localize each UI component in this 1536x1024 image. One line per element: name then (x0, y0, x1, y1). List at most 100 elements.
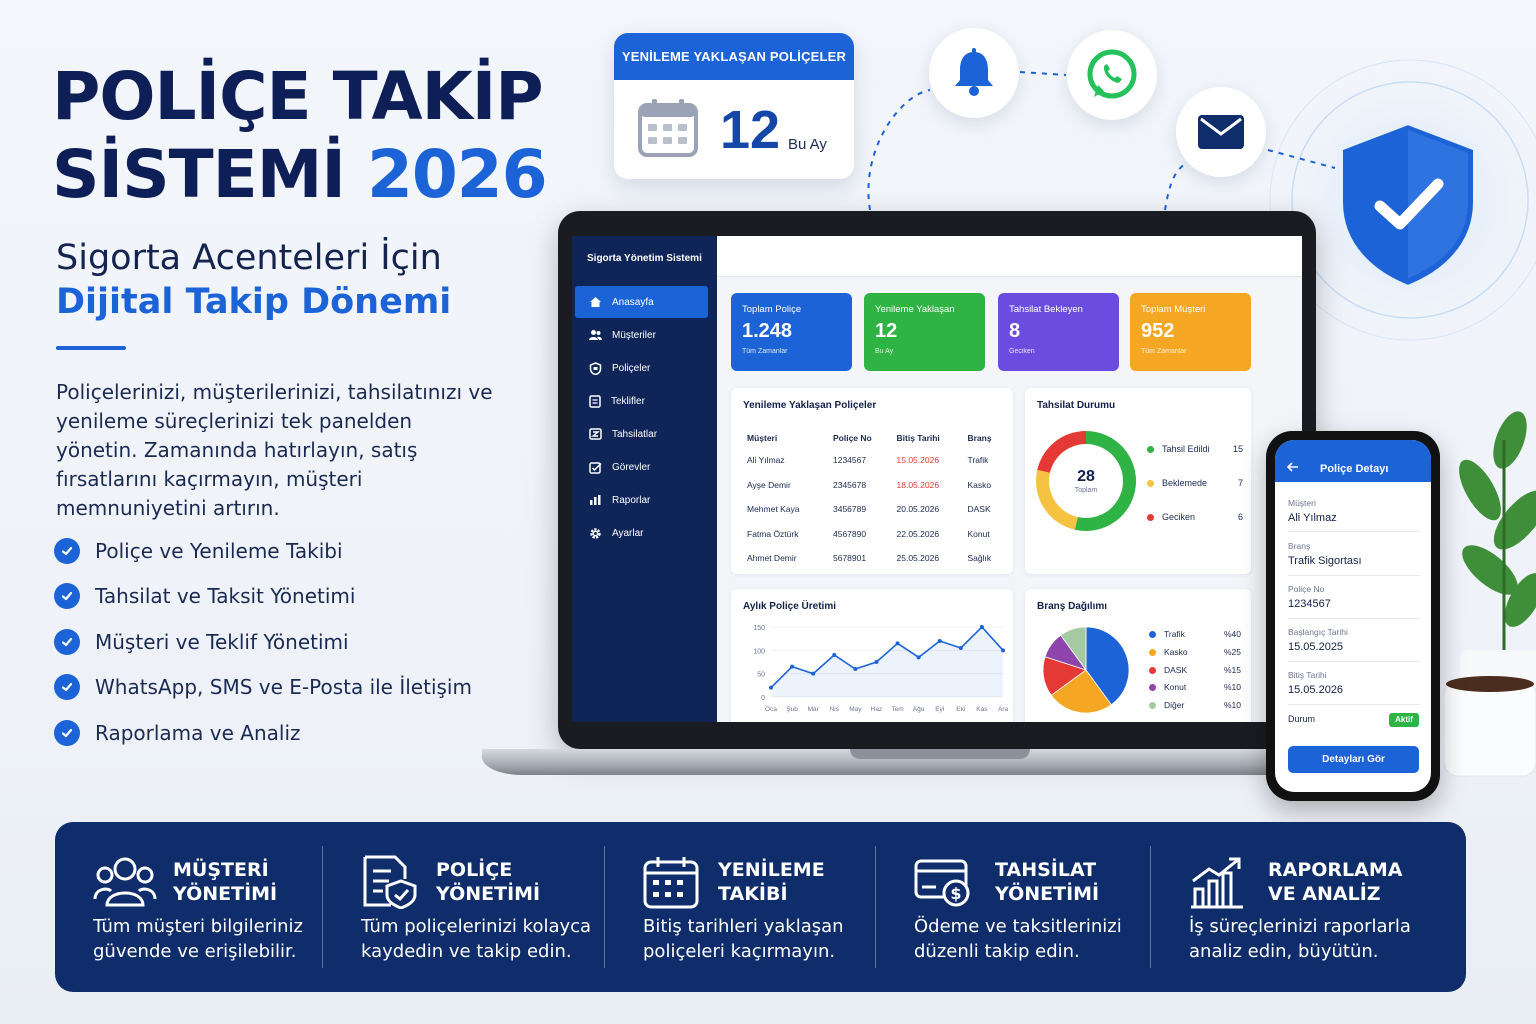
collection-legend-paid: Tahsil Edildi 15 (1147, 444, 1243, 454)
legend-dot (1149, 648, 1156, 656)
back-arrow-icon[interactable] (1287, 462, 1299, 472)
cell-customer: Ahmet Demir (747, 553, 797, 564)
table-row[interactable]: Ahmet Demir 5678901 25.05.2026 Sağlık (747, 546, 1007, 571)
banner-text: Bitiş tarihleri yaklaşan poliçeleri kaçı… (643, 914, 844, 964)
field-key: Başlangıç Tarihi (1288, 627, 1348, 637)
x-tick-label: Haz (871, 706, 883, 713)
payment-icon (589, 428, 602, 440)
banner-text: Tüm poliçelerinizi kolayca kaydedin ve t… (361, 914, 591, 964)
kpi-label: Toplam Poliçe (742, 304, 802, 315)
kpi-card-renewals[interactable]: Yenileme Yaklaşan 12 Bu Ay (864, 293, 985, 371)
banner-heading-line1: TAHSİLAT (995, 859, 1097, 881)
home-icon (590, 297, 601, 307)
sidebar-item-ayarlar[interactable]: Ayarlar (575, 517, 708, 549)
legend-value: 15 (1232, 444, 1243, 454)
banner-item-collections: $ TAHSİLAT YÖNETİMİ Ödeme ve taksitlerin… (914, 822, 1164, 992)
x-tick-label: Şub (786, 706, 798, 713)
legend-label: Trafik (1164, 629, 1185, 639)
legend-dot (1149, 701, 1156, 709)
document-icon (589, 394, 601, 408)
branch-legend-konut: Konut %10 (1149, 682, 1241, 692)
cell-customer: Mehmet Kaya (747, 504, 800, 515)
line-point (790, 664, 795, 669)
line-point (958, 646, 963, 650)
branch-legend-trafik: Trafik %40 (1149, 629, 1241, 639)
y-tick-label: 0 (761, 695, 765, 702)
cell-policy-no: 4567890 (833, 528, 867, 539)
kpi-card-total-customers[interactable]: Toplam Müşteri 952 Tüm Zamanlar (1130, 293, 1251, 371)
table-row[interactable]: Ayşe Demir 2345678 18.05.2026 Kasko (747, 473, 1007, 498)
table-row[interactable]: Mehmet Kaya 3456789 20.05.2026 DASK (747, 497, 1007, 522)
banner-text-line1: Tüm poliçelerinizi kolayca (361, 916, 592, 937)
sidebar-item-label: Ayarlar (612, 527, 644, 539)
kpi-card-pending-collections[interactable]: Tahsilat Bekleyen 8 Geciken (998, 293, 1119, 371)
kpi-value: 12 (875, 320, 898, 342)
banner-heading-line2: TAKİBİ (718, 883, 788, 905)
field-key: Müşteri (1288, 498, 1316, 508)
collection-total-label: Toplam (1074, 487, 1098, 494)
users-icon (589, 330, 602, 340)
policy-icon (589, 361, 602, 375)
banner-text: Tüm müşteri bilgileriniz güvende ve eriş… (93, 914, 303, 964)
sidebar-item-anasayfa[interactable]: Anasayfa (575, 286, 708, 318)
x-tick-label: Nis (830, 706, 840, 713)
collection-title: Tahsilat Durumu (1037, 400, 1116, 411)
legend-value: %25 (1223, 647, 1241, 657)
kpi-sub: Tüm Zamanlar (742, 348, 788, 355)
legend-value: %15 (1223, 665, 1241, 675)
card-dollar-icon: $ (914, 859, 970, 907)
cell-end-date: 18.05.2026 (896, 479, 940, 490)
laptop-notch (850, 749, 1030, 759)
x-tick-label: Tem (891, 706, 903, 713)
kpi-card-total-policies[interactable]: Toplam Poliçe 1.248 Tüm Zamanlar (731, 293, 852, 371)
sidebar-item-policeler[interactable]: Poliçeler (575, 352, 708, 384)
dashboard-sidebar: Sigorta Yönetim Sistemi Anasayfa Müşteri… (572, 236, 717, 722)
x-tick-label: Mar (808, 706, 820, 713)
x-tick-label: Eki (956, 706, 965, 713)
sidebar-item-musteriler[interactable]: Müşteriler (575, 319, 708, 351)
sidebar-item-teklifler[interactable]: Teklifler (575, 385, 708, 417)
status-badge: Aktif (1389, 713, 1419, 727)
kpi-sub: Bu Ay (875, 348, 894, 355)
legend-value: 7 (1237, 478, 1243, 488)
phone-header: Poliçe Detayı (1275, 440, 1431, 482)
banner-item-renewals: YENİLEME TAKİBİ Bitiş tarihleri yaklaşan… (643, 822, 893, 992)
kpi-value: 1.248 (742, 320, 793, 342)
legend-dot (1147, 445, 1154, 453)
sidebar-item-gorevler[interactable]: Görevler (575, 451, 708, 483)
table-row[interactable]: Fatma Öztürk 4567890 22.05.2026 Konut (747, 522, 1007, 547)
collection-legend-late: Geciken 6 (1147, 512, 1243, 522)
cell-end-date: 22.05.2026 (896, 528, 940, 539)
sidebar-item-raporlar[interactable]: Raporlar (575, 484, 708, 516)
calendar-icon (638, 99, 698, 157)
table-header-row: Müşteri Poliçe No Bitiş Tarihi Branş (747, 428, 1007, 448)
legend-dot (1149, 666, 1156, 674)
banner-divider (604, 846, 605, 968)
details-button[interactable]: Detayları Gör (1288, 746, 1419, 773)
field-value: Trafik Sigortası (1288, 555, 1362, 567)
table-row[interactable]: Ali Yılmaz 1234567 15.05.2026 Trafik (747, 448, 1007, 473)
legend-value: %40 (1223, 629, 1241, 639)
kpi-value: 952 (1141, 320, 1175, 342)
renewal-calendar-card: YENİLEME YAKLAŞAN POLİÇELER 12 Bu Ay (614, 33, 854, 179)
column-header: Müşteri (747, 433, 778, 443)
whatsapp-icon (1087, 49, 1137, 99)
banner-heading: POLİÇE YÖNETİMİ (436, 858, 540, 906)
phone-field-policy-no: Poliçe No 1234567 (1288, 584, 1420, 619)
banner-text-line2: düzenli takip edin. (914, 941, 1080, 962)
line-point (874, 660, 879, 664)
column-header: Bitiş Tarihi (896, 433, 940, 443)
field-value: 1234567 (1288, 598, 1331, 610)
line-point (853, 667, 858, 671)
banner-text-line2: analiz edin, büyütün. (1189, 941, 1379, 962)
cell-end-date: 25.05.2026 (896, 553, 940, 564)
phone-field-start-date: Başlangıç Tarihi 15.05.2025 (1288, 627, 1420, 662)
banner-text-line2: kaydedin ve takip edin. (361, 941, 572, 962)
gear-icon (590, 527, 601, 539)
branch-title: Branş Dağılımı (1037, 601, 1108, 612)
legend-value: 6 (1237, 512, 1243, 522)
growth-chart-icon (1191, 857, 1243, 909)
legend-label: Diğer (1164, 700, 1185, 710)
branch-legend-dask: DASK %15 (1149, 665, 1241, 675)
sidebar-item-tahsilatlar[interactable]: Tahsilatlar (575, 418, 708, 450)
